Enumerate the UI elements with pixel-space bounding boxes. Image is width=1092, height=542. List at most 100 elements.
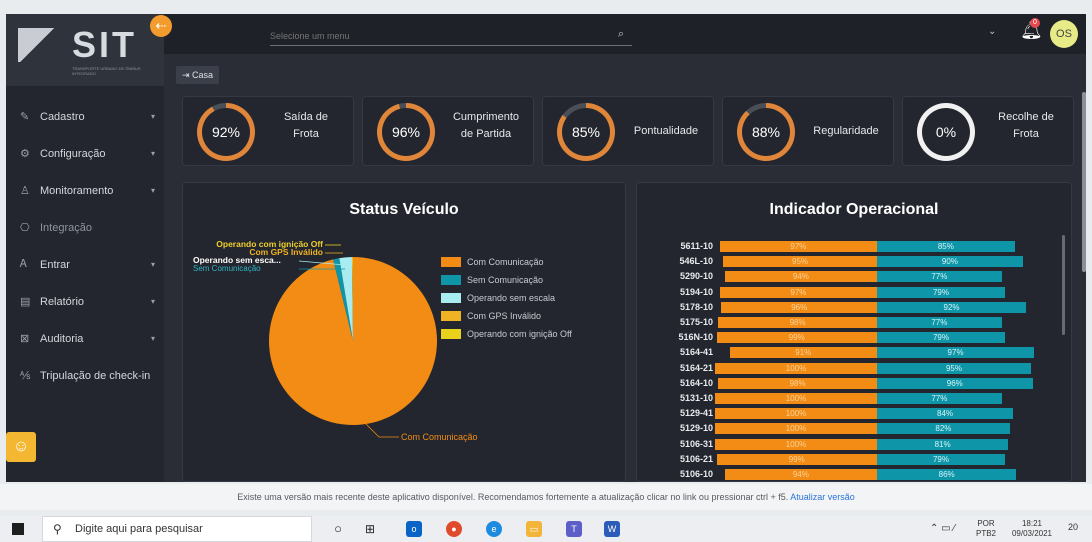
panel-title: Indicador Operacional — [769, 201, 939, 218]
sidebar-item-relatorio[interactable]: ▤ Relatório ▾ — [6, 283, 164, 320]
bar-series1[interactable]: 94% — [724, 271, 877, 283]
sidebar-item-label: Auditoria — [40, 332, 84, 345]
bar-series1[interactable]: 99% — [716, 453, 877, 465]
logo-subtext: TRANSPORTE URBANO DE ÔNIBUS INTEGRADO — [72, 66, 141, 76]
bar-series2[interactable]: 90% — [877, 256, 1023, 268]
sidebar-collapse-button[interactable]: ⇠ — [150, 15, 172, 37]
sidebar-item-monitoramento[interactable]: ♙ Monitoramento ▾ — [6, 172, 164, 209]
legend-item[interactable]: Sem Comunicação — [441, 271, 572, 289]
task-view-icon[interactable]: ⊞ — [362, 521, 378, 537]
bar-category-label: 5106-31 — [679, 438, 713, 449]
bar-series2[interactable]: 96% — [877, 377, 1033, 389]
bar-row[interactable]: 5290-10 94% 77% — [645, 269, 1045, 284]
tray-icons[interactable]: ⌃ ▭ ⁄ — [930, 524, 955, 534]
legend-item[interactable]: Com GPS Inválido — [441, 307, 572, 325]
language-indicator[interactable]: POR PTB2 — [976, 519, 996, 539]
kpi-card-regularidade[interactable]: 88% Regularidade — [722, 96, 894, 166]
notification-count: 20 — [1068, 522, 1079, 532]
bar-series1[interactable]: 100% — [715, 393, 877, 404]
kpi-card-cumprimento[interactable]: 96% Cumprimento de Partida — [362, 96, 534, 166]
chat-button[interactable]: ☺ — [6, 432, 36, 462]
kpi-card-saida[interactable]: 92% Saída de Frota — [182, 96, 354, 166]
windows-start-icon[interactable] — [12, 523, 24, 535]
legend-item[interactable]: Operando com ignição Off — [441, 325, 572, 343]
bar-row[interactable]: 5106-21 99% 79% — [645, 452, 1045, 467]
search-icon: ⚲ — [53, 522, 62, 536]
bar-row[interactable]: 5611-10 97% 85% — [645, 239, 1045, 254]
chrome-icon[interactable]: ● — [446, 521, 462, 537]
bar-series1[interactable]: 100% — [715, 423, 877, 435]
kpi-card-pontualidade[interactable]: 85% Pontualidade — [542, 96, 714, 166]
kpi-ring: 88% — [737, 103, 795, 161]
bar-series2[interactable]: 77% — [877, 271, 1002, 283]
notification-center[interactable]: 20 — [1068, 522, 1078, 532]
bar-row[interactable]: 5194-10 97% 79% — [645, 285, 1045, 300]
legend-item[interactable]: Operando sem escala — [441, 289, 572, 307]
bar-series2[interactable]: 84% — [877, 408, 1014, 420]
bar-row[interactable]: 5131-10 100% 77% — [645, 391, 1045, 406]
bar-series1[interactable]: 98% — [718, 377, 877, 389]
bar-series1[interactable]: 100% — [715, 362, 877, 374]
bar-row[interactable]: 516N-10 99% 79% — [645, 330, 1045, 345]
sidebar-item-entrar[interactable]: Ꭺ Entrar ▾ — [6, 246, 164, 283]
cortana-icon[interactable]: ○ — [330, 521, 346, 537]
word-icon[interactable]: W — [604, 521, 620, 537]
bar-row[interactable]: 5178-10 96% 92% — [645, 300, 1045, 315]
avatar[interactable]: OS — [1050, 20, 1078, 48]
bar-series1[interactable]: 94% — [724, 469, 877, 480]
bar-series1[interactable]: 95% — [723, 256, 877, 268]
bar-row[interactable]: 5164-41 91% 97% — [645, 345, 1045, 360]
bar-series2[interactable]: 77% — [877, 393, 1002, 404]
bar-row[interactable]: 5164-10 98% 96% — [645, 376, 1045, 391]
bar-series1[interactable]: 97% — [719, 286, 877, 298]
bar-row[interactable]: 5129-10 100% 82% — [645, 421, 1045, 436]
bar-series2[interactable]: 79% — [877, 332, 1005, 344]
search-input[interactable] — [270, 31, 600, 41]
legend-item[interactable]: Com Comunicação — [441, 253, 572, 271]
bar-series1[interactable]: 97% — [719, 241, 877, 252]
update-link[interactable]: Atualizar versão — [790, 492, 855, 502]
sidebar-item-configuracao[interactable]: ⚙ Configuração ▾ — [6, 135, 164, 172]
bar-series2[interactable]: 85% — [877, 241, 1015, 252]
chevron-down-icon[interactable]: ⌄ — [988, 26, 996, 37]
bar-series1[interactable]: 100% — [715, 408, 877, 420]
clock[interactable]: 18:21 09/03/2021 — [1004, 519, 1060, 539]
bar-row[interactable]: 5175-10 98% 77% — [645, 315, 1045, 330]
bar-series2[interactable]: 81% — [877, 438, 1009, 450]
search-icon[interactable]: ⌕ — [618, 28, 624, 41]
bar-row[interactable]: 5129-41 100% 84% — [645, 406, 1045, 421]
teams-icon[interactable]: T — [566, 521, 582, 537]
bar-row[interactable]: 5164-21 100% 95% — [645, 361, 1045, 376]
sidebar-item-cadastro[interactable]: ✎ Cadastro ▾ — [6, 98, 164, 135]
bar-series2[interactable]: 79% — [877, 453, 1005, 465]
chevron-down-icon: ▾ — [150, 149, 155, 158]
outlook-icon[interactable]: o — [406, 521, 422, 537]
bar-series2[interactable]: 79% — [877, 286, 1005, 298]
bar-series1[interactable]: 96% — [721, 301, 877, 313]
page-scrollbar[interactable] — [1082, 92, 1086, 272]
bar-series2[interactable]: 82% — [877, 423, 1010, 435]
edge-icon[interactable]: e — [486, 521, 502, 537]
bar-series2[interactable]: 92% — [877, 301, 1027, 313]
taskbar-search[interactable]: ⚲ Digite aqui para pesquisar — [42, 516, 312, 542]
bar-row[interactable]: 5106-31 100% 81% — [645, 437, 1045, 452]
bar-series1[interactable]: 99% — [716, 332, 877, 344]
menu-search[interactable]: ⌕ — [270, 26, 632, 46]
panel-scrollbar[interactable] — [1062, 235, 1065, 335]
bar-row[interactable]: 5106-10 94% 86% — [645, 467, 1045, 482]
bar-series2[interactable]: 86% — [877, 469, 1017, 480]
bar-series1[interactable]: 91% — [729, 347, 877, 359]
crew-icon: ⅍ — [20, 369, 31, 382]
bar-row[interactable]: 546L-10 95% 90% — [645, 254, 1045, 269]
breadcrumb[interactable]: ⇥ Casa — [176, 66, 220, 84]
bar-series1[interactable]: 100% — [715, 438, 877, 450]
file-explorer-icon[interactable]: ▭ — [526, 521, 542, 537]
bar-series2[interactable]: 97% — [877, 347, 1035, 359]
bar-series2[interactable]: 95% — [877, 362, 1031, 374]
sidebar-item-integracao[interactable]: ⎔ Integração — [6, 209, 164, 246]
kpi-card-recolhe[interactable]: 0% Recolhe de Frota — [902, 96, 1074, 166]
sidebar-item-auditoria[interactable]: ⊠ Auditoria ▾ — [6, 320, 164, 357]
sidebar-item-tripulacao[interactable]: ⅍ Tripulação de check-in — [6, 357, 164, 394]
bar-series2[interactable]: 77% — [877, 317, 1002, 328]
bar-series1[interactable]: 98% — [718, 317, 877, 328]
